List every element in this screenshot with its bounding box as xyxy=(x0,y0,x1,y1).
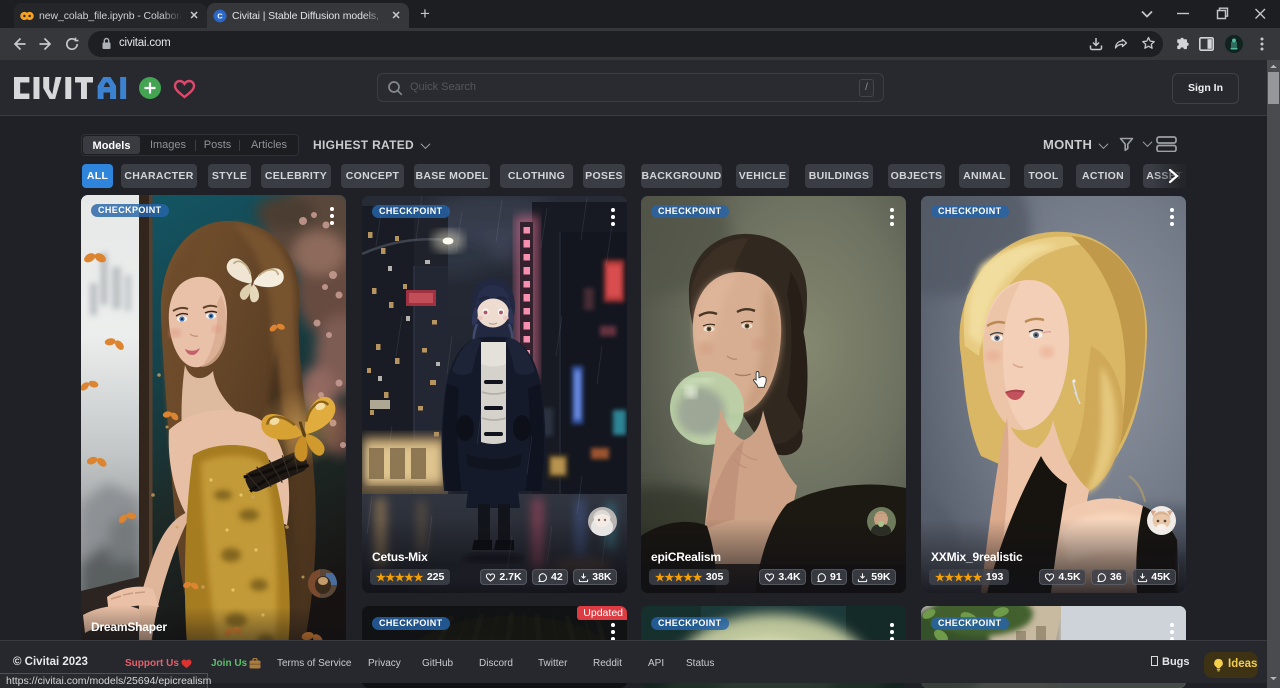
svg-text:C: C xyxy=(217,12,223,21)
